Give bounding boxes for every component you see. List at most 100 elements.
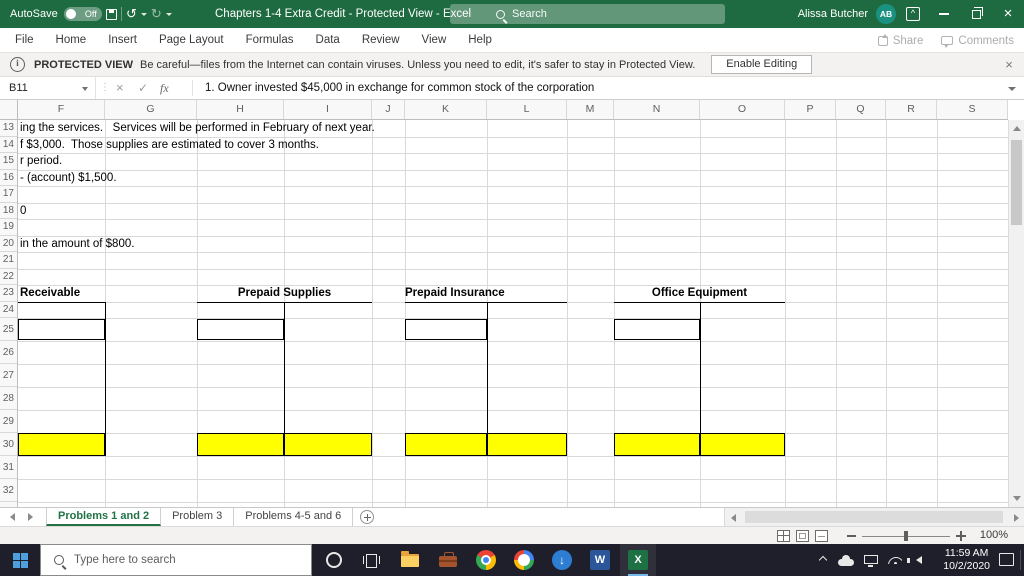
zoom-level[interactable]: 100% xyxy=(980,527,1008,544)
column-header-Q[interactable]: Q xyxy=(836,100,886,119)
row-header-24[interactable]: 24 xyxy=(0,302,17,318)
new-sheet-button[interactable] xyxy=(353,508,381,526)
redo-icon[interactable]: ↻ xyxy=(151,0,162,28)
row-header-32[interactable]: 32 xyxy=(0,479,17,502)
page-break-view-icon[interactable] xyxy=(815,529,828,542)
scroll-left-icon[interactable] xyxy=(731,514,736,522)
undo-dropdown-icon[interactable] xyxy=(140,12,147,16)
column-header-M[interactable]: M xyxy=(567,100,614,119)
sheet-canvas[interactable]: ing the services. Services will be perfo… xyxy=(0,120,1008,507)
prev-sheet-icon[interactable] xyxy=(10,513,15,521)
row-header-16[interactable]: 16 xyxy=(0,170,17,186)
t-account-entry-cell[interactable] xyxy=(197,319,284,340)
column-header-O[interactable]: O xyxy=(700,100,785,119)
row-header-26[interactable]: 26 xyxy=(0,341,17,364)
wifi-icon[interactable] xyxy=(888,557,902,564)
speaker-icon[interactable] xyxy=(907,556,922,564)
protected-view-close-icon[interactable]: × xyxy=(998,53,1020,77)
formula-input[interactable]: 1. Owner invested $45,000 in exchange fo… xyxy=(205,77,594,99)
tab-view[interactable]: View xyxy=(411,28,458,53)
autosave-control[interactable]: AutoSave Off xyxy=(10,0,102,28)
row-header-30[interactable]: 30 xyxy=(0,433,17,456)
highlighted-total-cell[interactable] xyxy=(487,433,567,456)
next-sheet-icon[interactable] xyxy=(28,513,33,521)
name-box-dropdown-icon[interactable] xyxy=(82,86,88,91)
avatar[interactable]: AB xyxy=(876,4,896,24)
column-header-K[interactable]: K xyxy=(405,100,487,119)
zoom-out-icon[interactable] xyxy=(847,535,856,537)
ribbon-display-options-icon[interactable]: ^ xyxy=(906,7,920,21)
highlighted-total-cell[interactable] xyxy=(284,433,372,456)
tab-page-layout[interactable]: Page Layout xyxy=(148,28,235,53)
row-header-28[interactable]: 28 xyxy=(0,387,17,410)
sheet-tab-problems-4-5-and-6[interactable]: Problems 4-5 and 6 xyxy=(234,508,354,526)
horizontal-scrollbar[interactable] xyxy=(724,507,1024,526)
account-name[interactable]: Alissa Butcher xyxy=(798,0,868,28)
cancel-entry-icon[interactable]: × xyxy=(116,77,124,99)
show-hidden-icons-icon[interactable] xyxy=(818,555,828,565)
column-header-N[interactable]: N xyxy=(614,100,700,119)
tab-home[interactable]: Home xyxy=(45,28,98,53)
comments-button[interactable]: Comments xyxy=(941,35,1014,48)
column-header-G[interactable]: G xyxy=(105,100,197,119)
confirm-entry-icon[interactable]: ✓ xyxy=(138,77,148,99)
restore-button[interactable] xyxy=(960,0,992,28)
autosave-toggle[interactable]: Off xyxy=(63,7,102,21)
share-button[interactable]: Share xyxy=(877,33,923,47)
row-header-29[interactable]: 29 xyxy=(0,410,17,433)
close-button[interactable]: × xyxy=(992,0,1024,28)
taskbar-search-box[interactable]: Type here to search xyxy=(40,544,312,576)
display-icon[interactable] xyxy=(864,555,878,567)
highlighted-total-cell[interactable] xyxy=(614,433,700,456)
action-center-icon[interactable] xyxy=(999,553,1014,566)
normal-view-icon[interactable] xyxy=(777,529,790,542)
row-header-18[interactable]: 18 xyxy=(0,203,17,219)
row-header-31[interactable]: 31 xyxy=(0,456,17,479)
sheet-tab-problems-1-and-2[interactable]: Problems 1 and 2 xyxy=(46,508,162,526)
column-header-H[interactable]: H xyxy=(197,100,284,119)
tab-data[interactable]: Data xyxy=(305,28,351,53)
row-header-21[interactable]: 21 xyxy=(0,252,17,269)
tab-insert[interactable]: Insert xyxy=(97,28,148,53)
row-header-27[interactable]: 27 xyxy=(0,364,17,387)
row-header-13[interactable]: 13 xyxy=(0,120,17,137)
onedrive-icon[interactable] xyxy=(838,555,854,566)
start-button[interactable] xyxy=(0,544,40,576)
vertical-scroll-thumb[interactable] xyxy=(1011,140,1022,225)
enable-editing-button[interactable]: Enable Editing xyxy=(711,55,813,74)
column-header-F[interactable]: F xyxy=(18,100,105,119)
scroll-down-icon[interactable] xyxy=(1013,496,1021,501)
tab-formulas[interactable]: Formulas xyxy=(235,28,305,53)
row-header-15[interactable]: 15 xyxy=(0,153,17,170)
column-header-I[interactable]: I xyxy=(284,100,372,119)
column-header-L[interactable]: L xyxy=(487,100,567,119)
tab-review[interactable]: Review xyxy=(351,28,411,53)
row-header-20[interactable]: 20 xyxy=(0,236,17,252)
chrome-button[interactable] xyxy=(468,544,504,576)
sheet-tab-problem-3[interactable]: Problem 3 xyxy=(161,508,235,526)
highlighted-total-cell[interactable] xyxy=(18,433,105,456)
redo-dropdown-icon[interactable] xyxy=(165,12,172,16)
row-header-23[interactable]: 23 xyxy=(0,285,17,302)
column-header-R[interactable]: R xyxy=(886,100,937,119)
downloads-button[interactable] xyxy=(544,544,580,576)
taskbar-clock[interactable]: 11:59 AM 10/2/2020 xyxy=(943,547,990,573)
row-header-25[interactable]: 25 xyxy=(0,318,17,341)
row-header-22[interactable]: 22 xyxy=(0,269,17,285)
vertical-scrollbar[interactable] xyxy=(1008,120,1024,507)
insert-function-icon[interactable]: fx xyxy=(160,77,169,99)
t-account-entry-cell[interactable] xyxy=(18,319,105,340)
toolbox-app-button[interactable] xyxy=(430,544,466,576)
zoom-in-icon[interactable] xyxy=(956,531,966,541)
row-header-17[interactable]: 17 xyxy=(0,186,17,203)
row-header-14[interactable]: 14 xyxy=(0,137,17,153)
scroll-up-icon[interactable] xyxy=(1013,126,1021,131)
row-header-19[interactable]: 19 xyxy=(0,219,17,236)
excel-button[interactable]: X xyxy=(620,544,656,576)
google-app-button[interactable] xyxy=(506,544,542,576)
undo-icon[interactable]: ↺ xyxy=(126,0,137,28)
show-desktop-button[interactable] xyxy=(1020,550,1021,570)
column-header-P[interactable]: P xyxy=(785,100,836,119)
save-icon[interactable] xyxy=(106,8,117,20)
cortana-button[interactable] xyxy=(316,544,352,576)
